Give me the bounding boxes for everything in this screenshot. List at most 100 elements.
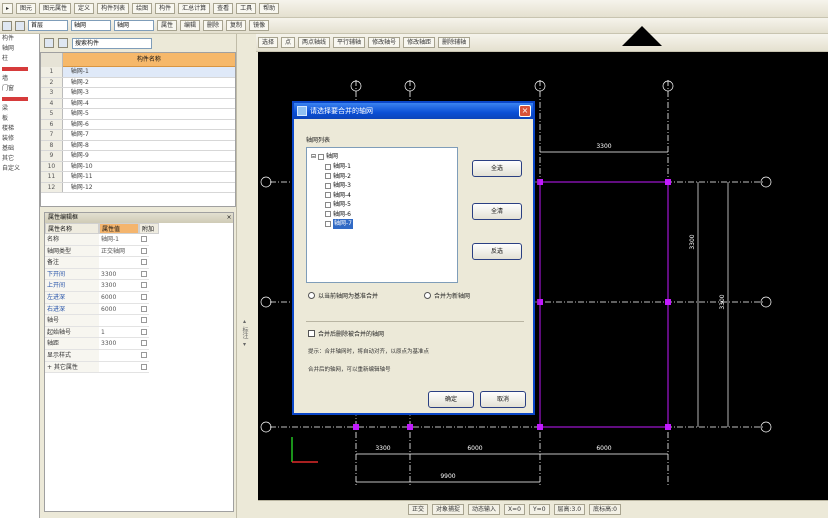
property-row[interactable]: 右进深 6000: [45, 303, 233, 316]
tree-item[interactable]: 轴网-1: [309, 162, 455, 172]
property-row[interactable]: 轴号: [45, 315, 233, 327]
property-row[interactable]: 名称 轴网-1: [45, 234, 233, 246]
toolbar2-button-4[interactable]: 镜像: [249, 20, 270, 31]
checkbox[interactable]: [325, 192, 331, 199]
floor-select[interactable]: 首层: [28, 20, 68, 31]
toolbar2-button-1[interactable]: 编辑: [180, 20, 201, 31]
property-addon[interactable]: [139, 362, 149, 374]
module-nav-item[interactable]: 轴网: [0, 44, 39, 54]
module-nav-item[interactable]: 门窗: [0, 84, 39, 94]
checkbox-icon[interactable]: [141, 351, 147, 358]
delete-component-icon[interactable]: [58, 38, 68, 48]
draw-tool-6[interactable]: 删除辅轴: [438, 37, 471, 48]
status-toggle-1[interactable]: 对象捕捉: [432, 504, 465, 515]
draw-tool-1[interactable]: 点: [281, 37, 296, 48]
merge-base-radio[interactable]: 以当前轴网为基准合并: [308, 291, 378, 300]
component-name[interactable]: 轴网-8: [63, 141, 235, 151]
property-addon[interactable]: [139, 315, 149, 327]
checkbox-icon[interactable]: [141, 282, 147, 289]
property-row[interactable]: 上开间 3300: [45, 280, 233, 292]
component-name[interactable]: 轴网-11: [63, 172, 235, 182]
property-row[interactable]: 左进深 6000: [45, 291, 233, 304]
menu-item-4[interactable]: 构件列表: [97, 3, 130, 14]
property-addon[interactable]: [139, 327, 149, 339]
tree-item[interactable]: 轴网-6: [309, 210, 455, 220]
checkbox-icon[interactable]: [141, 328, 147, 335]
property-addon[interactable]: [139, 338, 149, 350]
table-row[interactable]: 7 轴网-7: [41, 130, 235, 141]
table-row[interactable]: 9 轴网-9: [41, 151, 235, 162]
property-value[interactable]: 6000: [99, 304, 139, 316]
component-name[interactable]: 轴网-9: [63, 151, 235, 161]
component-name[interactable]: 轴网-6: [63, 120, 235, 130]
checkbox-icon[interactable]: [141, 270, 147, 277]
property-value[interactable]: [99, 257, 139, 269]
table-row[interactable]: 1 轴网-1: [41, 67, 235, 78]
module-nav-item[interactable]: 板: [0, 114, 39, 124]
delete-after-merge-checkbox[interactable]: 合并后删除被合并的轴网: [308, 329, 384, 338]
property-row[interactable]: 轴距 3300: [45, 338, 233, 350]
status-toggle-5[interactable]: 层高:3.0: [553, 504, 586, 515]
property-addon[interactable]: [139, 292, 149, 304]
module-nav-item[interactable]: 自定义: [0, 164, 39, 174]
checkbox[interactable]: [325, 201, 331, 208]
property-value[interactable]: 正交轴网: [99, 246, 139, 258]
property-row[interactable]: 备注: [45, 257, 233, 269]
module-nav-item[interactable]: 基础: [0, 144, 39, 154]
property-value[interactable]: 3300: [99, 338, 139, 350]
module-nav-item[interactable]: 其它: [0, 154, 39, 164]
component-name[interactable]: 轴网-5: [63, 109, 235, 119]
table-row[interactable]: 12 轴网-12: [41, 182, 235, 193]
status-toggle-3[interactable]: X=0: [504, 504, 526, 515]
menu-item-5[interactable]: 绘图: [132, 3, 153, 14]
clear-all-button[interactable]: 全清: [472, 203, 522, 220]
property-addon[interactable]: [139, 234, 149, 246]
tree-item[interactable]: 轴网-3: [309, 181, 455, 191]
tree-root[interactable]: ⊟ 轴网: [309, 152, 455, 162]
component-name[interactable]: 轴网-2: [63, 78, 235, 88]
toolbar2-button-3[interactable]: 复制: [226, 20, 247, 31]
status-toggle-4[interactable]: Y=0: [529, 504, 550, 515]
cancel-button[interactable]: 取消: [480, 391, 526, 408]
menu-item-6[interactable]: 构件: [155, 3, 176, 14]
merge-new-radio[interactable]: 合并为新轴网: [424, 291, 470, 300]
property-addon[interactable]: [139, 280, 149, 292]
table-row[interactable]: 8 轴网-8: [41, 140, 235, 151]
menu-item-7[interactable]: 汇总计算: [178, 3, 211, 14]
checkbox-icon[interactable]: [141, 236, 147, 242]
property-addon[interactable]: [139, 257, 149, 269]
type-select[interactable]: 轴网: [71, 20, 111, 31]
menu-item-9[interactable]: 工具: [236, 3, 257, 14]
tree-item[interactable]: 轴网-4: [309, 191, 455, 201]
draw-tool-5[interactable]: 修改轴距: [403, 37, 436, 48]
table-row[interactable]: 4 轴网-4: [41, 98, 235, 109]
property-addon[interactable]: [139, 246, 149, 258]
property-addon[interactable]: [139, 350, 149, 362]
invert-selection-button[interactable]: 反选: [472, 243, 522, 260]
menu-item-8[interactable]: 查看: [213, 3, 234, 14]
checkbox[interactable]: [325, 220, 331, 227]
toolbar2-button-2[interactable]: 删除: [203, 20, 224, 31]
property-value[interactable]: 6000: [99, 292, 139, 304]
checkbox[interactable]: [325, 182, 331, 189]
module-nav-item[interactable]: 构件: [0, 34, 39, 44]
property-row[interactable]: 起始轴号 1: [45, 326, 233, 339]
checkbox-icon[interactable]: [308, 330, 315, 337]
table-row[interactable]: 5 轴网-5: [41, 109, 235, 120]
new-icon[interactable]: [2, 20, 12, 31]
menu-item-3[interactable]: 定义: [74, 3, 95, 14]
table-row[interactable]: 10 轴网-10: [41, 161, 235, 172]
checkbox-icon[interactable]: [141, 317, 147, 324]
toolbar2-button-0[interactable]: 属性: [157, 20, 178, 31]
draw-tool-3[interactable]: 平行辅轴: [333, 37, 366, 48]
column-header-name[interactable]: 构件名称: [62, 53, 235, 67]
property-row[interactable]: + 其它属性: [45, 361, 233, 374]
property-value[interactable]: [99, 362, 139, 374]
component-name[interactable]: 轴网-12: [63, 183, 235, 193]
draw-tool-0[interactable]: 选择: [258, 37, 279, 48]
checkbox[interactable]: [325, 211, 331, 218]
subtype-select[interactable]: 轴网: [114, 20, 154, 31]
menu-item-2[interactable]: 图元属性: [39, 3, 72, 14]
module-nav-item[interactable]: 墙: [0, 74, 39, 84]
property-addon[interactable]: [139, 269, 149, 281]
